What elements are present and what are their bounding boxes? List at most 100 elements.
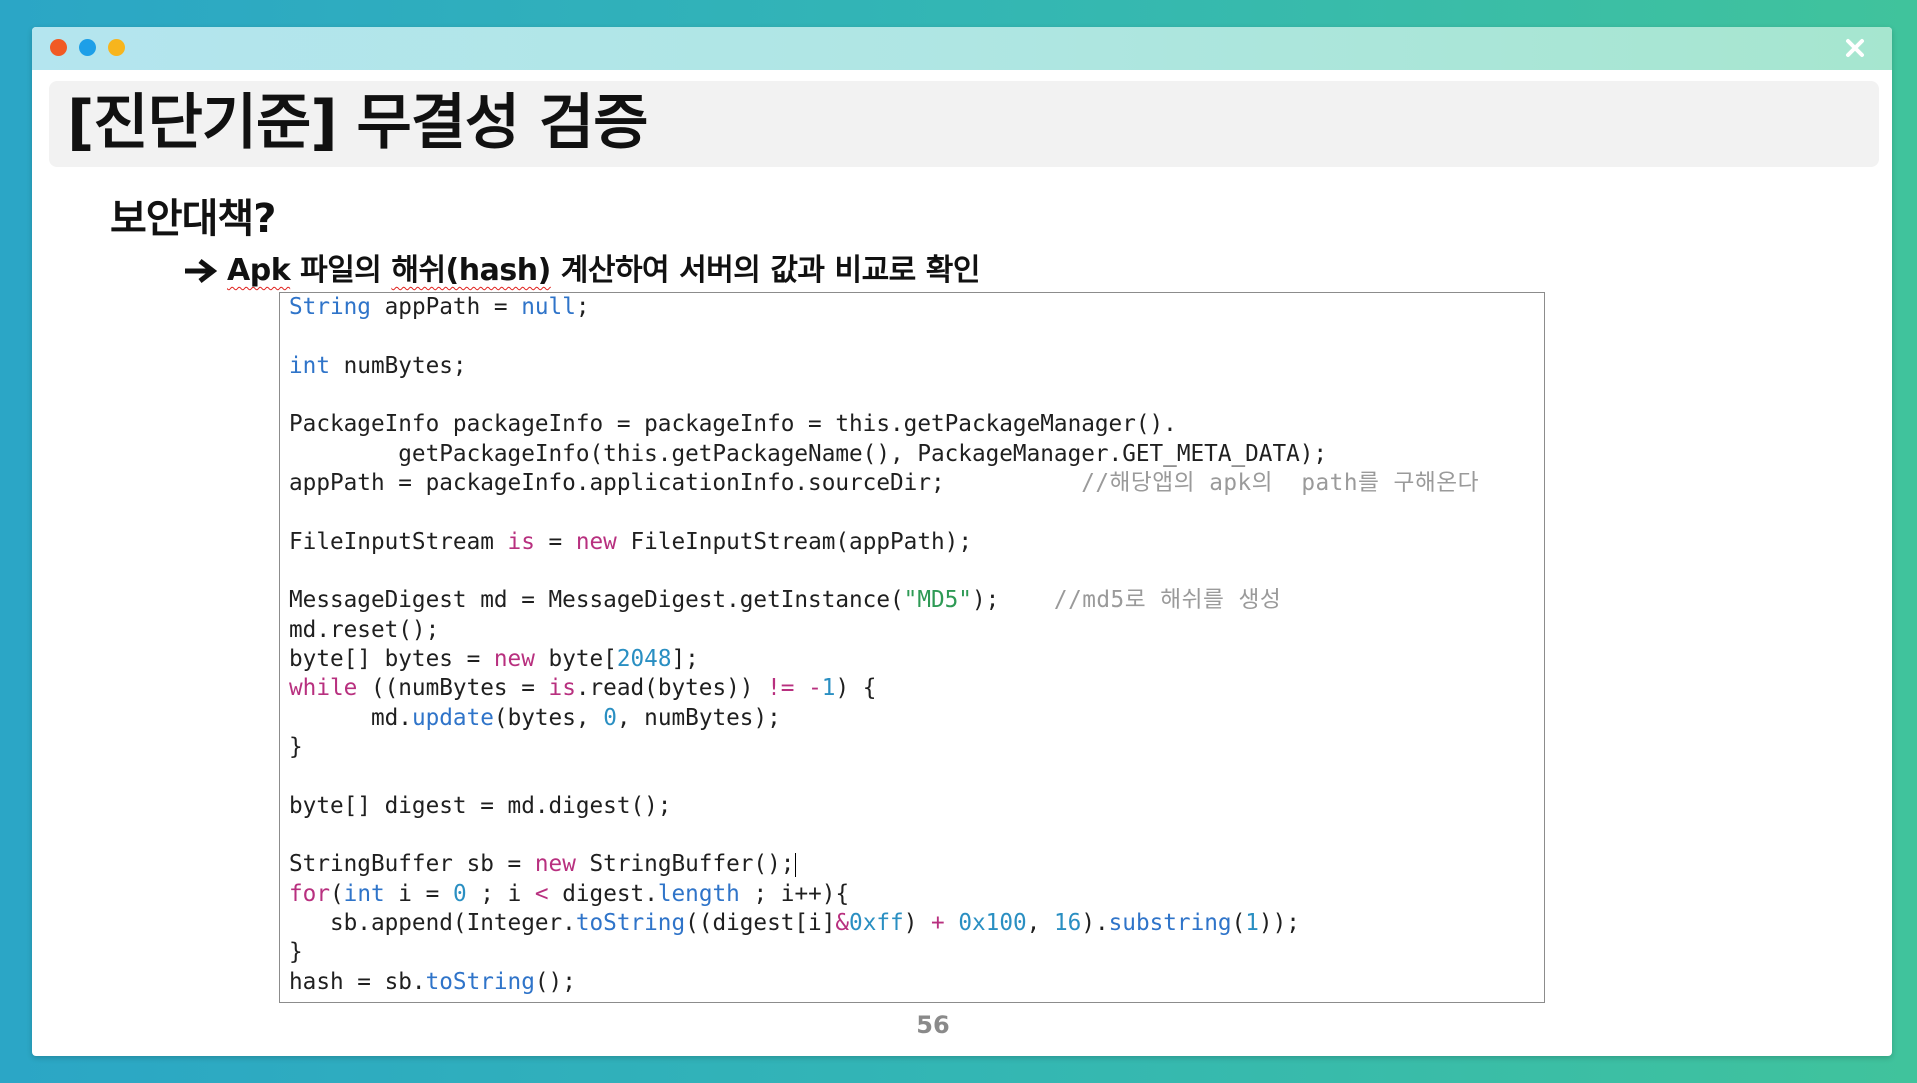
code-token: for — [289, 880, 330, 907]
slide-subtitle: 보안대책? — [110, 196, 276, 242]
code-token: update — [411, 704, 494, 731]
code-line: } — [289, 733, 1544, 762]
code-token: StringBuffer sb = — [289, 851, 535, 878]
code-token: getPackageInfo(this.getPackageName(), Pa… — [289, 440, 1328, 467]
code-token: = — [534, 528, 576, 555]
code-token: , — [1026, 909, 1054, 936]
code-line: StringBuffer sb = new StringBuffer(); — [289, 850, 1544, 879]
code-token: int — [289, 352, 330, 379]
code-line: MessageDigest md = MessageDigest.getInst… — [289, 586, 1544, 615]
blue-dot-icon — [79, 39, 96, 56]
code-token: toString — [425, 968, 535, 995]
page-number: 56 — [916, 1011, 950, 1039]
code-token: String — [289, 294, 371, 320]
code-block[interactable]: String appPath = null; int numBytes; Packa… — [279, 292, 1545, 1003]
code-token: ) { — [835, 675, 877, 702]
code-line: md.reset(); — [289, 616, 1544, 645]
code-token: FileInputStream(appPath); — [616, 528, 972, 555]
code-token: new — [575, 528, 617, 555]
code-token: numBytes; — [329, 352, 467, 379]
code-token: , numBytes); — [616, 704, 781, 731]
code-token: substring — [1108, 909, 1232, 936]
yellow-dot-icon — [108, 39, 125, 56]
code-token: & — [835, 909, 850, 936]
slide-top-bar — [32, 27, 1892, 70]
code-token: ); — [971, 587, 1054, 614]
code-line: byte[] bytes = new byte[2048]; — [289, 645, 1544, 674]
code-token: StringBuffer(); — [575, 851, 795, 878]
code-token: "MD5" — [903, 587, 972, 614]
code-comment: //해당앱의 apk의 path를 구해온다 — [1081, 469, 1480, 496]
code-token: int — [343, 880, 385, 907]
code-token: < — [534, 880, 549, 907]
code-line: getPackageInfo(this.getPackageName(), Pa… — [289, 440, 1544, 469]
code-token: is — [548, 675, 576, 702]
text-cursor — [795, 852, 797, 877]
code-token: } — [289, 733, 303, 760]
code-token: ; i++){ — [739, 880, 850, 907]
code-line: md.update(bytes, 0, numBytes); — [289, 704, 1544, 733]
code-token: ; — [575, 294, 590, 320]
code-token: is — [507, 528, 535, 555]
code-token: 1 — [821, 675, 836, 702]
code-token: md.reset(); — [289, 616, 440, 643]
code-line: } — [289, 938, 1544, 967]
code-token: 0 — [603, 704, 617, 731]
code-token: digest. — [548, 880, 658, 907]
code-token: appPath = — [370, 294, 522, 320]
code-line: hash = sb.toString(); — [289, 968, 1544, 997]
code-token: null — [521, 294, 576, 320]
code-line: sb.append(Integer.toString((digest[i]&0x… — [289, 909, 1544, 938]
code-token: ; i — [466, 880, 535, 907]
code-line: FileInputStream is = new FileInputStream… — [289, 528, 1544, 557]
code-token: byte[] bytes = — [289, 645, 494, 672]
code-token: md. — [289, 704, 412, 731]
bullet-text-apk: Apk — [227, 253, 291, 288]
code-token: 1 — [1245, 909, 1259, 936]
code-token: byte[] digest = md.digest(); — [289, 792, 672, 819]
code-token: FileInputStream — [289, 528, 508, 555]
code-token: new — [493, 645, 535, 672]
code-line: int numBytes; — [289, 352, 1544, 381]
code-token: hash = sb. — [289, 968, 426, 995]
code-token: ). — [1081, 909, 1109, 936]
code-token: ((numBytes = — [357, 675, 549, 702]
code-token: 0xff — [849, 909, 904, 936]
code-token: length — [657, 880, 740, 907]
code-token: 16 — [1053, 909, 1082, 936]
bullet-text: 계산하여 서버의 값과 비교로 확인 — [550, 253, 981, 288]
code-token: } — [289, 939, 303, 966]
code-token: 0x100 — [958, 909, 1027, 936]
code-token: 0 — [452, 880, 467, 907]
red-dot-icon — [50, 39, 67, 56]
code-token: toString — [575, 909, 686, 936]
code-token: ( — [329, 880, 344, 907]
code-token: appPath = packageInfo.applicationInfo.so… — [289, 469, 1082, 496]
code-token: .read(bytes)) — [575, 675, 768, 702]
code-token: ( — [1231, 909, 1246, 936]
code-token: != — [767, 675, 795, 702]
code-token: ) — [903, 909, 932, 936]
bullet-point: Apk 파일의 해쉬(hash) 계산하여 서버의 값과 비교로 확인 — [183, 253, 980, 289]
code-line: appPath = packageInfo.applicationInfo.so… — [289, 469, 1544, 498]
code-token: while — [289, 675, 358, 702]
code-token: )); — [1258, 909, 1300, 936]
code-token: + — [931, 909, 945, 936]
code-line: PackageInfo packageInfo = packageInfo = … — [289, 410, 1544, 439]
code-token: MessageDigest md = MessageDigest.getInst… — [289, 587, 904, 614]
code-token: sb.append(Integer. — [289, 909, 576, 936]
code-token: i = — [384, 880, 453, 907]
bullet-text: 파일의 — [290, 253, 392, 288]
code-line: String appPath = null; — [289, 293, 1544, 322]
code-token: new — [534, 851, 576, 878]
code-token: 2048 — [616, 645, 672, 672]
slide-title: [진단기준] 무결성 검증 — [67, 88, 648, 158]
code-token: ((digest[i] — [685, 909, 836, 936]
code-line: for(int i = 0 ; i < digest.length ; i++)… — [289, 880, 1544, 909]
code-token: (); — [534, 968, 576, 995]
